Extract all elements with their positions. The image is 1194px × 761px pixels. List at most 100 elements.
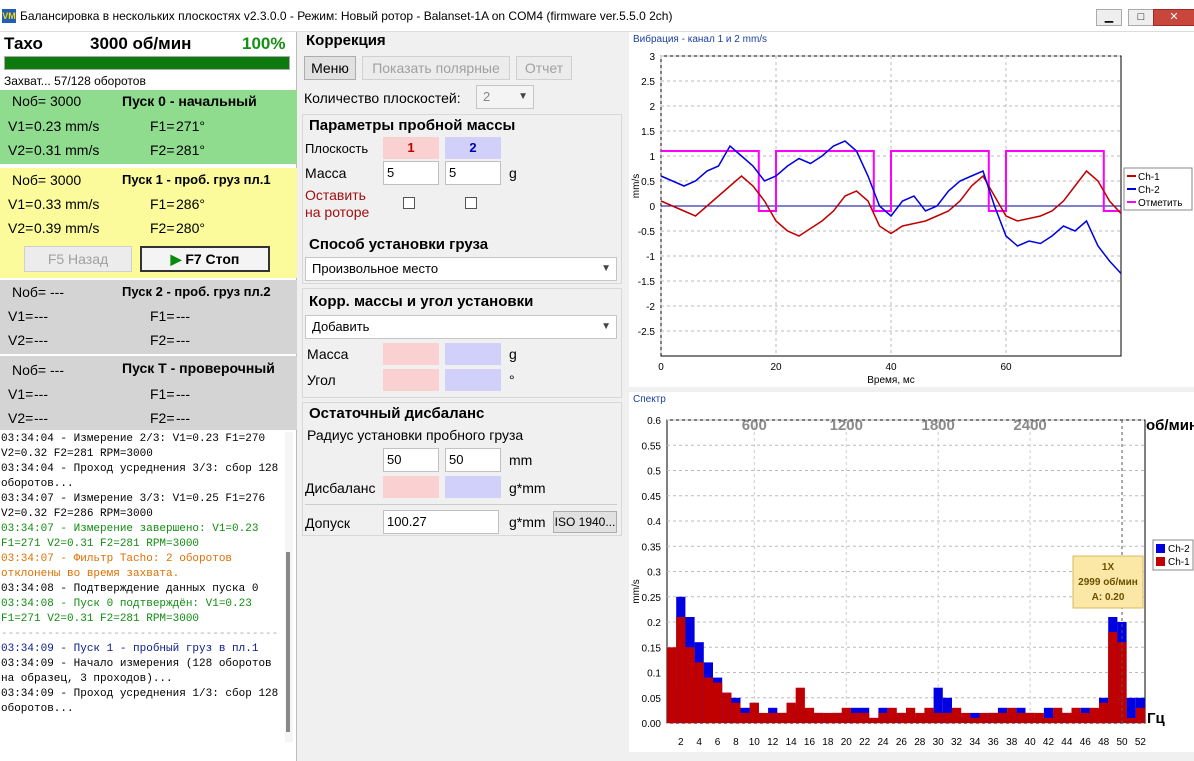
ch1-bar xyxy=(749,702,759,723)
log-scrollbar-thumb[interactable] xyxy=(286,552,290,732)
x-tick-label: 0 xyxy=(658,362,664,373)
report-button[interactable]: Отчет xyxy=(516,56,572,80)
x-tick-label: 46 xyxy=(1080,737,1092,748)
run-1-panel[interactable]: Nоб= 3000 Пуск 1 - проб. груз пл.1 V1= 0… xyxy=(0,168,297,278)
run-1-v2: 0.39 mm/s xyxy=(34,220,100,236)
leave-on-rotor-2-checkbox[interactable] xyxy=(465,197,477,209)
tacho-label: Тахо xyxy=(4,34,43,53)
x-tick-label: 44 xyxy=(1061,737,1073,748)
ch1-bar xyxy=(758,712,769,723)
log-line: 03:34:09 - Проход усреднения 1/3: сбор 1… xyxy=(1,688,285,715)
run-0-v2: 0.31 mm/s xyxy=(34,142,100,158)
radius-2-input[interactable]: 50 xyxy=(445,448,501,472)
ch1-bar xyxy=(850,712,860,723)
x-tick-label: 24 xyxy=(877,737,889,748)
x-tick-label: 14 xyxy=(786,737,798,748)
legend-label: Ch-1 xyxy=(1168,557,1190,568)
run-2-title: Пуск 2 - проб. груз пл.2 xyxy=(122,284,271,299)
trial-mass-1-input[interactable]: 5 xyxy=(383,161,439,185)
run-1-v1-label: V1= xyxy=(8,196,34,212)
minimize-button[interactable]: ▁ xyxy=(1096,9,1122,26)
run-0-f1: 271° xyxy=(176,118,205,134)
ch1-bar xyxy=(694,662,704,723)
residual-section: Остаточный дисбаланс Радиус установки пр… xyxy=(302,402,622,536)
x-tick-label: 12 xyxy=(767,737,779,748)
capture-progress-bar xyxy=(4,56,290,70)
show-polar-button[interactable]: Показать полярные xyxy=(362,56,510,80)
planes-count-label: Количество плоскостей: xyxy=(304,90,461,106)
plane-2-header: 2 xyxy=(445,137,501,159)
ch1-bar xyxy=(1089,707,1099,723)
y-tick-label: 0.45 xyxy=(642,492,662,503)
log-line: 03:34:07 - Измерение 3/3: V1=0.25 F1=276… xyxy=(1,493,272,520)
ch1-bar xyxy=(952,707,962,723)
correction-mode-select[interactable]: Добавить ▼ xyxy=(305,315,617,339)
stop-button[interactable]: ▶ F7 Стоп xyxy=(140,246,270,272)
trial-mass-2-input[interactable]: 5 xyxy=(445,161,501,185)
ch1-bar xyxy=(1025,712,1035,723)
correction-mass-title: Корр. массы и угол установки xyxy=(309,293,534,310)
x-tick-label: 28 xyxy=(914,737,926,748)
run-1-nob-label: Nоб= xyxy=(12,172,47,188)
log-line: 03:34:04 - Измерение 2/3: V1=0.23 F1=270… xyxy=(1,433,272,460)
y-tick-label: 2.5 xyxy=(641,77,655,88)
vibration-chart[interactable]: Вибрация - канал 1 и 2 mm/s 3 2.5 2 1.5 1 0.5 0… xyxy=(629,32,1194,387)
ch1-bar xyxy=(860,712,870,723)
log-line: 03:34:08 - Подтверждение данных пуска 0 xyxy=(1,583,259,595)
planes-count-select[interactable]: 2 ▼ xyxy=(476,85,534,109)
run-1-f1-label: F1= xyxy=(150,196,175,212)
leave-on-rotor-1-checkbox[interactable] xyxy=(403,197,415,209)
legend-label: Ch-1 xyxy=(1138,172,1160,183)
run-1-title: Пуск 1 - проб. груз пл.1 xyxy=(122,172,271,187)
install-method-select[interactable]: Произвольное место ▼ xyxy=(305,257,617,281)
ch1-bar xyxy=(942,712,952,723)
run-t-v2: --- xyxy=(34,410,48,426)
divider xyxy=(305,504,617,505)
x-tick-label: 38 xyxy=(1006,737,1018,748)
run-1-f2-label: F2= xyxy=(150,220,175,236)
chevron-down-icon: ▼ xyxy=(518,91,528,102)
run-2-panel[interactable]: Nоб= --- Пуск 2 - проб. груз пл.2 V1= --… xyxy=(0,280,297,354)
run-0-panel[interactable]: Nоб= 3000 Пуск 0 - начальный V1= 0.23 mm… xyxy=(0,90,297,164)
run-1-f2: 280° xyxy=(176,220,205,236)
x-tick-label: 20 xyxy=(770,362,782,373)
legend-swatch xyxy=(1156,544,1165,553)
ch1-bar xyxy=(786,702,796,723)
y-axis-label: mm/s xyxy=(631,579,642,603)
y-tick-label: 0.3 xyxy=(647,568,661,579)
corr-angle-unit: ° xyxy=(509,372,515,388)
close-button[interactable]: ✕ xyxy=(1153,9,1194,26)
log-line: 03:34:09 - Пуск 1 - пробный груз в пл.1 xyxy=(1,643,259,655)
spectrum-chart[interactable]: Спектр 0.6 0.55 0.5 0.45 0.4 0.35 0.3 0.25 0.2 0.1… xyxy=(629,392,1194,752)
run-t-panel[interactable]: Nоб= --- Пуск T - проверочный V1= --- F1… xyxy=(0,356,297,430)
corr-angle-label: Угол xyxy=(307,372,336,388)
menu-button[interactable]: Меню xyxy=(304,56,356,80)
plane-1-header: 1 xyxy=(383,137,439,159)
ch1-bar xyxy=(795,687,805,723)
log-scrollbar[interactable] xyxy=(285,432,293,742)
radius-1-input[interactable]: 50 xyxy=(383,448,439,472)
y-tick-label: 0.5 xyxy=(641,177,655,188)
tacho-percent: 100% xyxy=(242,34,286,53)
trial-mass-title: Параметры пробной массы xyxy=(309,117,516,134)
y-tick-label: 1.5 xyxy=(641,127,655,138)
ch1-bar xyxy=(823,712,833,723)
x-tick-label: 8 xyxy=(733,737,739,748)
run-1-v2-label: V2= xyxy=(8,220,34,236)
corr-mass-2-value xyxy=(445,343,501,365)
ch1-bar xyxy=(1016,712,1026,723)
run-2-f1: --- xyxy=(176,308,190,324)
run-2-nob-label: Nоб= xyxy=(12,284,47,300)
run-0-v1: 0.23 mm/s xyxy=(34,118,100,134)
maximize-button[interactable]: □ xyxy=(1128,9,1154,26)
legend-label: Ch-2 xyxy=(1138,185,1160,196)
iso-1940-button[interactable]: ISO 1940... xyxy=(553,511,617,533)
tolerance-input[interactable]: 100.27 xyxy=(383,510,499,534)
run-t-f2-label: F2= xyxy=(150,410,175,426)
back-button[interactable]: F5 Назад xyxy=(24,246,132,272)
ch1-bar xyxy=(896,712,906,723)
x-tick-label: 40 xyxy=(885,362,897,373)
event-log[interactable]: 03:34:04 - Измерение 2/3: V1=0.23 F1=270… xyxy=(0,432,285,742)
y-tick-label: 2 xyxy=(649,102,655,113)
ch1-bar xyxy=(1071,707,1081,723)
